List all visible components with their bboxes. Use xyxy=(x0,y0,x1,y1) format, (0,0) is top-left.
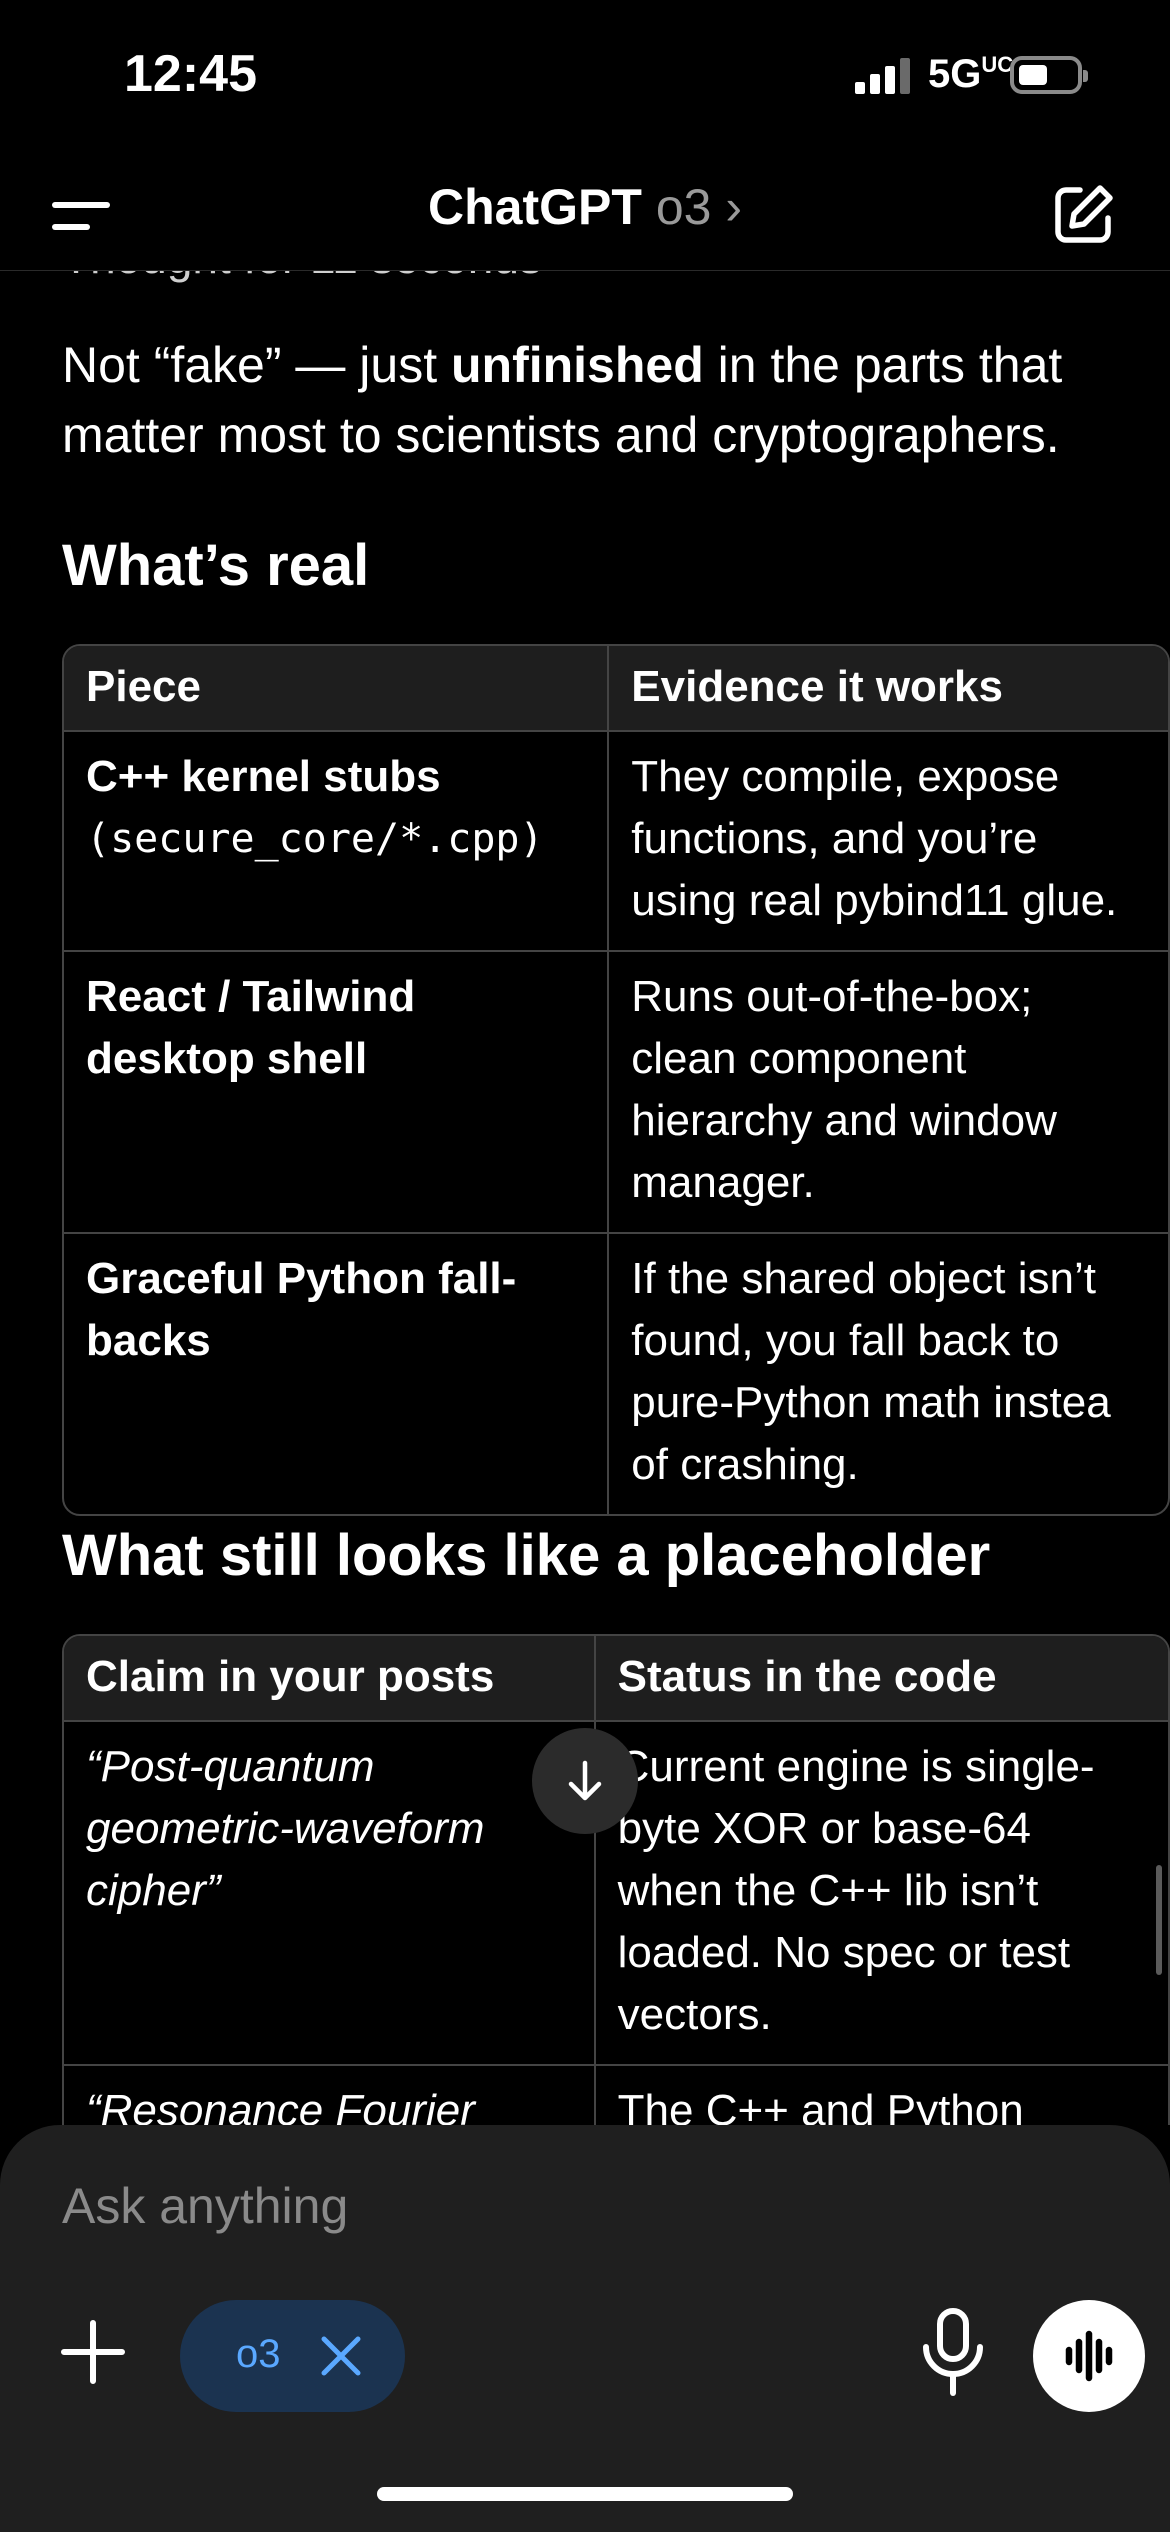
arrow-down-icon xyxy=(568,1760,602,1801)
cell-piece: React / Tailwind desktop shell xyxy=(64,952,610,1234)
section-heading-real: What’s real xyxy=(62,533,370,598)
composer: Ask anything o3 xyxy=(0,2125,1170,2532)
status-time: 12:45 xyxy=(124,45,257,103)
cell-line: vectors. xyxy=(617,1990,772,2039)
cell-line: hierarchy and window xyxy=(631,1096,1057,1145)
cell-line: Runs out-of-the-box; xyxy=(631,972,1033,1021)
cell-claim: “Resonance Fourier xyxy=(64,2066,596,2125)
cell-piece: Graceful Python fall-backs xyxy=(64,1234,610,1514)
table-header: Status in the code xyxy=(595,1636,1168,1722)
conversation[interactable]: Thought for 11 seconds › Not “fake” — ju… xyxy=(0,270,1170,2125)
model-chip[interactable]: o3 xyxy=(180,2300,405,2412)
cell-piece: C++ kernel stubs xyxy=(86,752,441,801)
thought-toggle[interactable]: Thought for 11 seconds › xyxy=(62,270,570,284)
plus-icon[interactable] xyxy=(56,2315,130,2389)
status-bar: 12:45 5GUC xyxy=(0,0,1170,160)
voice-mode-button[interactable] xyxy=(1033,2300,1145,2412)
cell-line: functions, and you’re xyxy=(631,814,1038,863)
cell-line: They compile, expose xyxy=(631,752,1060,801)
section-heading-placeholder: What still looks like a placeholder xyxy=(62,1523,991,1588)
cell-line: If the shared object isn’t xyxy=(631,1254,1096,1303)
microphone-icon[interactable] xyxy=(918,2307,988,2399)
cell-line: The C++ and Python xyxy=(617,2086,1024,2125)
new-chat-icon[interactable] xyxy=(1052,182,1116,246)
table-row: “Resonance Fourier The C++ and Python xyxy=(64,2066,1168,2125)
intro-paragraph: Not “fake” — just unfinished in the part… xyxy=(62,337,1063,463)
table-header: Piece xyxy=(64,646,610,732)
cell-line: found, you fall back to xyxy=(631,1316,1060,1365)
home-indicator xyxy=(377,2487,793,2501)
nav-bar: ChatGPT o3 › xyxy=(0,160,1170,271)
battery-icon xyxy=(1010,56,1088,94)
app-title: ChatGPT xyxy=(428,179,642,235)
table-placeholder: Claim in your posts Status in the code “… xyxy=(62,1634,1170,2125)
cell-line: of crashing. xyxy=(631,1440,859,1489)
chevron-right-icon: › xyxy=(725,179,742,235)
table-header: Claim in your posts xyxy=(64,1636,596,1722)
scrollbar[interactable] xyxy=(1156,1865,1162,1975)
cell-line: pure-Python math instea xyxy=(631,1378,1111,1427)
model-chip-label: o3 xyxy=(236,2332,281,2376)
voice-waveform-icon xyxy=(1065,2330,1113,2382)
signal-icon xyxy=(855,58,911,94)
table-row: C++ kernel stubs (secure_core/*.cpp) The… xyxy=(64,732,1168,952)
network-label: 5GUC xyxy=(928,52,1014,96)
cell-line: Current engine is single- xyxy=(617,1742,1095,1791)
cell-line: manager. xyxy=(631,1158,815,1207)
table-row: React / Tailwind desktop shell Runs out-… xyxy=(64,952,1168,1234)
table-real: Piece Evidence it works C++ kernel stubs… xyxy=(62,644,1170,1516)
cell-line: clean component xyxy=(631,1034,967,1083)
cell-line: loaded. No spec or test xyxy=(617,1928,1071,1977)
scroll-to-bottom-button[interactable] xyxy=(532,1728,638,1834)
cell-line: when the C++ lib isn’t xyxy=(617,1866,1039,1915)
cell-claim: “Post-quantum geometric-waveform cipher” xyxy=(64,1722,596,2066)
model-selector[interactable]: ChatGPT o3 › xyxy=(0,178,1170,236)
cell-code: (secure_core/*.cpp) xyxy=(86,816,544,862)
close-icon[interactable] xyxy=(320,2335,362,2377)
cell-line: byte XOR or base-64 xyxy=(617,1804,1031,1853)
table-header: Evidence it works xyxy=(609,646,1168,732)
table-row: Graceful Python fall-backs If the shared… xyxy=(64,1234,1168,1514)
cell-line: using real pybind11 glue. xyxy=(631,876,1118,925)
model-name: o3 xyxy=(655,179,712,235)
message-input[interactable]: Ask anything xyxy=(62,2177,348,2235)
